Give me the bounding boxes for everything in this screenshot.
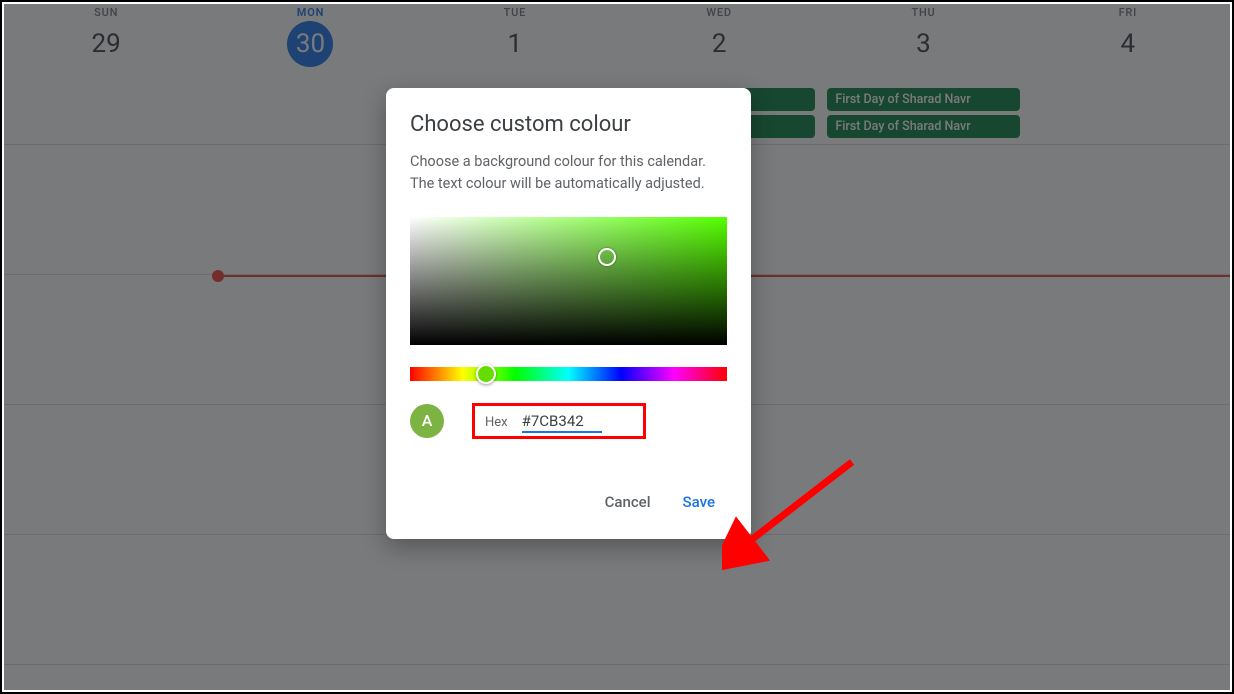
choose-custom-colour-dialog: Choose custom colour Choose a background… xyxy=(386,88,751,539)
sv-handle[interactable] xyxy=(598,248,616,266)
dialog-actions: Cancel Save xyxy=(410,485,727,529)
hex-label: Hex xyxy=(485,415,508,430)
dialog-title: Choose custom colour xyxy=(410,112,727,137)
hex-input[interactable] xyxy=(522,412,602,433)
hex-field-highlight: Hex xyxy=(472,403,646,439)
cancel-button[interactable]: Cancel xyxy=(593,485,663,519)
hue-handle[interactable] xyxy=(476,364,496,384)
hex-row: A Hex xyxy=(410,403,727,439)
saturation-value-panel[interactable] xyxy=(410,217,727,345)
hue-slider[interactable] xyxy=(410,367,727,381)
dialog-description: Choose a background colour for this cale… xyxy=(410,151,727,195)
colour-preview-swatch: A xyxy=(410,404,444,438)
save-button[interactable]: Save xyxy=(671,485,727,519)
